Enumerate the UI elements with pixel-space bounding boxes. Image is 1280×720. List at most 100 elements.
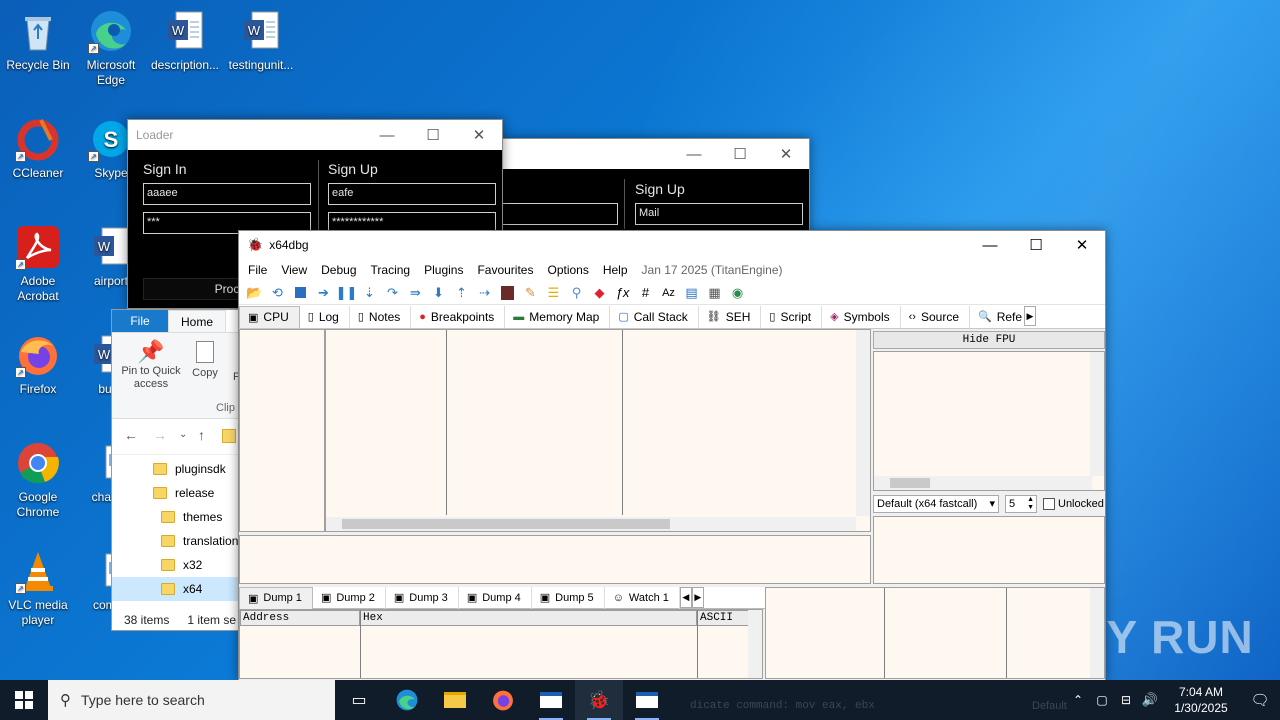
loader-window-back[interactable]: — ☐ ✕ Sign Up Mail xyxy=(500,138,810,234)
menu-options[interactable]: Options xyxy=(540,263,595,277)
maximize-button[interactable]: ☐ xyxy=(1013,230,1059,260)
stack-args-pane[interactable] xyxy=(873,516,1105,584)
trace-over-icon[interactable]: ⬇ xyxy=(430,285,448,301)
start-button[interactable] xyxy=(0,680,48,720)
strings-icon[interactable]: Az xyxy=(660,285,678,301)
tab-breakpoints[interactable]: ● Breakpoints xyxy=(411,306,506,328)
back-arrow-icon[interactable]: ← xyxy=(124,427,138,443)
tab-dump-1[interactable]: ▣ Dump 1 xyxy=(239,587,313,609)
proceed-button[interactable]: Proce xyxy=(143,278,253,300)
run-icon[interactable]: ➔ xyxy=(315,285,333,301)
run-to-user-code-icon[interactable]: ⇢ xyxy=(476,285,494,301)
execute-till-return-icon[interactable]: ⇡ xyxy=(453,285,471,301)
tab-dump-3[interactable]: ▣ Dump 3 xyxy=(386,587,459,609)
ribbon-tab-file[interactable]: File xyxy=(112,310,168,332)
disassembly-pane[interactable] xyxy=(325,329,871,532)
tab-dump-5[interactable]: ▣ Dump 5 xyxy=(532,587,605,609)
network-icon[interactable]: ⊟ xyxy=(1114,693,1138,707)
desktop-icon-edge[interactable]: ↗ Microsoft Edge xyxy=(73,8,149,88)
tree-item-release[interactable]: release xyxy=(112,481,240,505)
desktop-icon-description-doc[interactable]: W description... xyxy=(147,8,223,73)
up-arrow-icon[interactable]: ↑ xyxy=(198,427,205,443)
menu-tracing[interactable]: Tracing xyxy=(364,263,418,277)
chevron-down-icon[interactable]: ⌄ xyxy=(179,429,187,440)
horizontal-scrollbar[interactable] xyxy=(326,517,856,531)
tab-scroll-right-button[interactable]: ▶ xyxy=(1024,306,1036,326)
vertical-scrollbar[interactable] xyxy=(1090,352,1104,476)
volume-icon[interactable]: 🔊 xyxy=(1138,692,1162,708)
menu-plugins[interactable]: Plugins xyxy=(417,263,470,277)
tab-watch-1[interactable]: ☺ Watch 1 xyxy=(605,587,680,609)
calculator-icon[interactable]: ▦ xyxy=(706,285,724,301)
forward-arrow-icon[interactable]: → xyxy=(153,427,167,443)
copy-button[interactable]: Copy xyxy=(190,339,220,379)
desktop-icon-testingunit-doc[interactable]: W testingunit... xyxy=(223,8,299,73)
scrollbar-thumb[interactable] xyxy=(342,519,670,529)
labels-icon[interactable]: ⚲ xyxy=(568,285,586,301)
desktop-icon-recycle-bin[interactable]: Recycle Bin xyxy=(0,8,76,73)
device-icon[interactable]: ▢ xyxy=(1090,693,1114,707)
scrollbar-thumb[interactable] xyxy=(890,478,930,488)
tab-dump-4[interactable]: ▣ Dump 4 xyxy=(459,587,532,609)
ribbon-tab-home[interactable]: Home xyxy=(168,310,226,332)
desktop-icon-vlc[interactable]: ↗ VLC media player xyxy=(0,548,76,628)
taskbar-loader[interactable] xyxy=(527,680,575,720)
mail-field[interactable]: Mail xyxy=(635,203,803,225)
taskbar-file-explorer[interactable] xyxy=(431,680,479,720)
close-button[interactable]: ✕ xyxy=(456,120,502,150)
column-header-ascii[interactable]: ASCII xyxy=(697,610,749,626)
task-view-button[interactable]: ▭ xyxy=(335,680,383,720)
menu-view[interactable]: View xyxy=(274,263,314,277)
notification-center-icon[interactable]: 🗨 xyxy=(1240,691,1280,709)
desktop-icon-acrobat[interactable]: ↗ Adobe Acrobat xyxy=(0,224,76,304)
menu-debug[interactable]: Debug xyxy=(314,263,363,277)
minimize-button[interactable]: — xyxy=(671,139,717,169)
restart-icon[interactable]: ⟲ xyxy=(269,285,287,301)
taskbar-loader-2[interactable] xyxy=(623,680,671,720)
title-bar[interactable]: 🐞 x64dbg — ☐ ✕ xyxy=(239,231,1105,259)
dump-tab-scroll-right[interactable]: ▶ xyxy=(691,587,704,608)
globe-icon[interactable]: ◉ xyxy=(729,285,747,301)
vertical-scrollbar[interactable] xyxy=(856,330,870,516)
tab-seh[interactable]: ⛓ SEH xyxy=(699,306,762,328)
taskbar-edge[interactable] xyxy=(383,680,431,720)
stop-icon[interactable] xyxy=(292,285,310,301)
vertical-scrollbar[interactable] xyxy=(1090,588,1104,678)
tree-item-x32[interactable]: x32 xyxy=(112,553,240,577)
calling-convention-select[interactable]: Default (x64 fastcall) ▾ xyxy=(873,495,999,513)
scylla-icon[interactable] xyxy=(499,285,517,301)
tab-cpu[interactable]: ▣ CPU xyxy=(239,306,300,328)
trace-into-icon[interactable]: ⇛ xyxy=(407,285,425,301)
menu-file[interactable]: File xyxy=(241,263,274,277)
tree-item-translations[interactable]: translation xyxy=(112,529,240,553)
tab-symbols[interactable]: ◈ Symbols xyxy=(822,306,901,328)
tab-dump-2[interactable]: ▣ Dump 2 xyxy=(313,587,386,609)
dump-pane[interactable]: Address Hex ASCII xyxy=(239,609,763,679)
horizontal-scrollbar[interactable] xyxy=(874,476,1092,490)
clock[interactable]: 7:04 AM 1/30/2025 xyxy=(1162,684,1240,716)
minimize-button[interactable]: — xyxy=(364,120,410,150)
desktop-icon-chrome[interactable]: Google Chrome xyxy=(0,440,76,520)
open-icon[interactable]: 📂 xyxy=(246,285,264,301)
signup-username-field[interactable]: eafe xyxy=(328,183,496,205)
vertical-scrollbar[interactable] xyxy=(748,610,762,678)
column-header-hex[interactable]: Hex xyxy=(360,610,697,626)
hide-fpu-button[interactable]: Hide FPU xyxy=(873,331,1105,349)
x64dbg-window[interactable]: 🐞 x64dbg — ☐ ✕ File View Debug Tracing P… xyxy=(238,230,1106,682)
column-header-address[interactable]: Address xyxy=(240,610,360,626)
desktop-icon-ccleaner[interactable]: ↗ CCleaner xyxy=(0,116,76,181)
registers-pane[interactable] xyxy=(873,351,1105,491)
bookmarks-icon[interactable]: ◆ xyxy=(591,285,609,301)
minimize-button[interactable]: — xyxy=(967,230,1013,260)
step-over-icon[interactable]: ↷ xyxy=(384,285,402,301)
pause-icon[interactable]: ❚❚ xyxy=(336,285,358,301)
tree-item-x64[interactable]: x64 xyxy=(112,577,240,601)
title-bar[interactable]: Loader — ☐ ✕ xyxy=(128,120,502,150)
stack-pane[interactable] xyxy=(765,587,1105,679)
dump-tab-scroll-left[interactable]: ◀ xyxy=(679,587,692,608)
file-explorer-window[interactable]: File Home 📌 Pin to Quick access Copy P C… xyxy=(111,309,240,631)
calls-icon[interactable]: ▤ xyxy=(683,285,701,301)
comments-icon[interactable]: ☰ xyxy=(545,285,563,301)
tab-log[interactable]: ▯ Log xyxy=(300,306,350,328)
maximize-button[interactable]: ☐ xyxy=(717,139,763,169)
